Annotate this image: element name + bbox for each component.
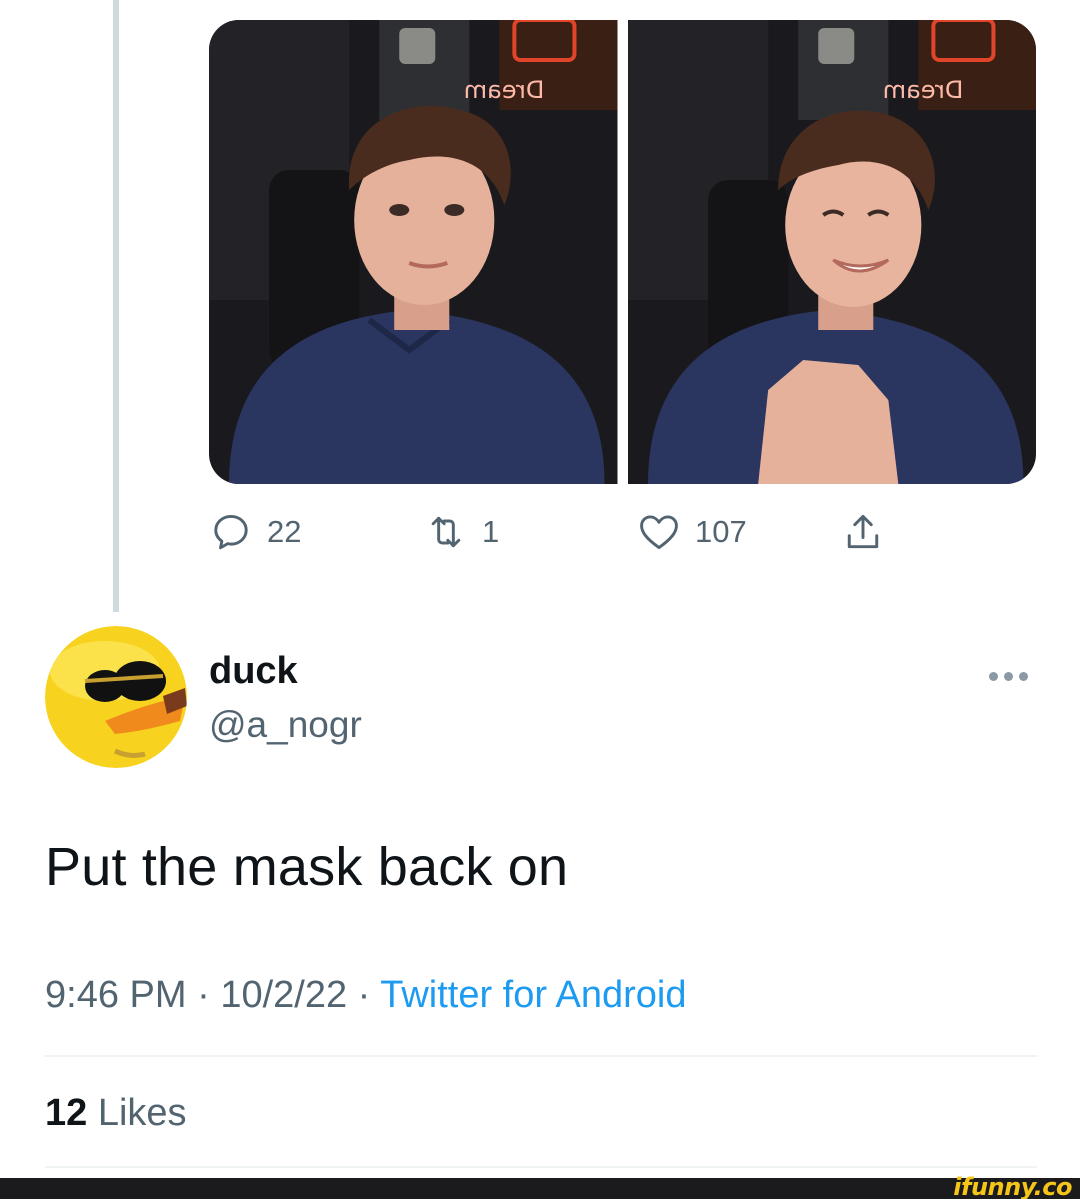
like-count: 107 xyxy=(695,514,747,549)
photo-man-neutral: Dream xyxy=(209,20,618,484)
tweet-metadata: 9:46 PM · 10/2/22 · Twitter for Android xyxy=(45,974,686,1017)
divider xyxy=(45,1055,1037,1057)
heart-icon xyxy=(640,515,678,550)
user-handle[interactable]: @a_nogr xyxy=(209,704,362,746)
duck-avatar-image xyxy=(45,626,187,768)
tweet-action-bar: 22 1 107 xyxy=(209,502,1036,562)
likes-count: 12 xyxy=(45,1092,88,1134)
ifunny-watermark: ifunny.co xyxy=(953,1173,1072,1199)
tweet-media-grid[interactable]: Dream Dream xyxy=(209,20,1036,484)
footer-bar xyxy=(0,1178,1080,1199)
tweet-time[interactable]: 9:46 PM xyxy=(45,974,187,1016)
divider xyxy=(45,1166,1037,1168)
retweet-button[interactable]: 1 xyxy=(424,502,499,562)
meta-separator: · xyxy=(197,974,210,1016)
media-photo-1[interactable]: Dream xyxy=(209,20,618,484)
more-options-icon[interactable] xyxy=(989,666,1033,686)
like-button[interactable]: 107 xyxy=(637,502,747,562)
reply-icon xyxy=(214,514,248,550)
tweet-source-link[interactable]: Twitter for Android xyxy=(380,974,686,1016)
thread-connector-line xyxy=(113,0,119,612)
likes-label: Likes xyxy=(97,1092,187,1134)
retweet-count: 1 xyxy=(482,514,500,549)
reply-button[interactable]: 22 xyxy=(209,502,301,562)
share-button[interactable] xyxy=(841,502,885,562)
sign-text: Dream xyxy=(464,76,545,104)
share-icon xyxy=(847,514,879,549)
meta-separator: · xyxy=(357,974,371,1016)
tweet-author-header: duck @a_nogr xyxy=(45,626,1037,768)
likes-summary[interactable]: 12 Likes xyxy=(45,1092,187,1135)
retweet-icon xyxy=(431,516,461,548)
tweet-date[interactable]: 10/2/22 xyxy=(220,974,347,1016)
reply-count: 22 xyxy=(267,514,302,549)
display-name[interactable]: duck xyxy=(209,650,298,693)
tweet-text: Put the mask back on xyxy=(45,837,569,897)
avatar[interactable] xyxy=(45,626,187,768)
sign-text: Dream xyxy=(882,76,963,104)
media-photo-2[interactable]: Dream xyxy=(627,20,1036,484)
photo-man-smiling: Dream xyxy=(627,20,1036,484)
